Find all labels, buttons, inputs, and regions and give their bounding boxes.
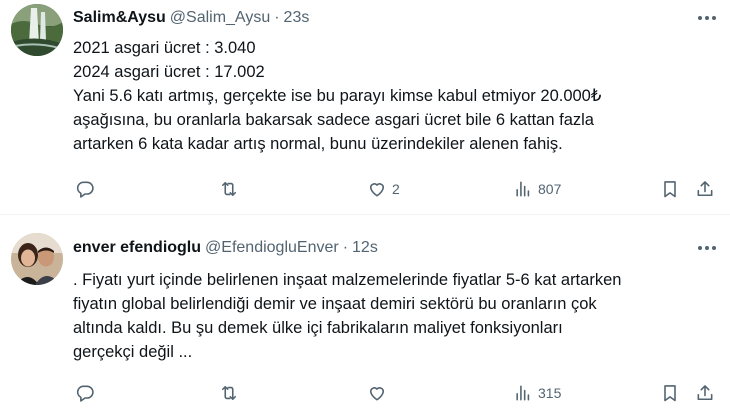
action-bar: 315: [73, 381, 723, 405]
tweet-line: Yani 5.6 katı artmış, gerçekte ise bu pa…: [73, 87, 602, 105]
tweet-line: gerçekçi değil ...: [73, 343, 193, 361]
tweet-text: . Fiyatı yurt içinde belirlenen inşaat m…: [73, 268, 723, 364]
action-bar: 2 807: [73, 177, 723, 201]
views-button[interactable]: 315: [513, 381, 561, 405]
like-button[interactable]: 2: [367, 177, 400, 201]
heart-icon: [369, 387, 385, 401]
reply-button[interactable]: [75, 177, 100, 201]
more-button[interactable]: [694, 8, 720, 28]
views-button[interactable]: 807: [513, 177, 561, 201]
retweet-button[interactable]: [219, 381, 244, 405]
separator-dot: ·: [342, 239, 349, 256]
like-count: 2: [392, 181, 400, 197]
more-icon: [698, 16, 716, 20]
tweet-line: altında kaldı. Bu şu demek ülke içi fabr…: [73, 319, 563, 337]
more-icon: [698, 246, 716, 250]
tweet-line: aşağısına, bu oranlarla bakarsak sadece …: [73, 111, 594, 129]
reply-icon: [76, 385, 94, 402]
heart-icon: [369, 183, 385, 197]
author-handle[interactable]: @Salim_Aysu: [170, 9, 270, 26]
bookmark-button[interactable]: [660, 381, 680, 405]
tweet-line: artarken 6 kata kadar artış normal, bunu…: [73, 135, 563, 153]
view-count: 315: [538, 385, 562, 401]
author-name[interactable]: enver efendioglu: [73, 239, 201, 256]
tweet[interactable]: enver efendioglu @EfendiogluEnver · 12s . F…: [0, 215, 730, 420]
avatar-waterfall-image: [11, 4, 63, 56]
tweet-header: enver efendioglu @EfendiogluEnver · 12s: [73, 238, 378, 258]
more-button[interactable]: [694, 238, 720, 258]
share-button[interactable]: [695, 381, 715, 405]
tweet-line: fiyatın global belirlendiği demir ve inş…: [73, 295, 597, 313]
avatar[interactable]: [11, 233, 63, 285]
tweet-line: . Fiyatı yurt içinde belirlenen inşaat m…: [73, 271, 622, 289]
author-name[interactable]: Salim&Aysu: [73, 9, 166, 26]
timestamp[interactable]: 23s: [284, 9, 310, 26]
reply-icon: [76, 181, 94, 198]
bookmark-icon: [664, 181, 676, 198]
separator-dot: ·: [274, 9, 280, 26]
retweet-icon: [221, 181, 237, 197]
tweet-line: 2021 asgari ücret : 3.040: [73, 39, 256, 57]
bookmark-button[interactable]: [660, 177, 680, 201]
analytics-icon: [516, 385, 530, 401]
tweet-line: 2024 asgari ücret : 17.002: [73, 63, 265, 81]
avatar[interactable]: [11, 4, 63, 56]
like-button[interactable]: [367, 381, 392, 405]
analytics-icon: [516, 181, 530, 197]
reply-button[interactable]: [75, 381, 100, 405]
timestamp[interactable]: 12s: [352, 239, 378, 256]
bookmark-icon: [664, 385, 676, 402]
share-icon: [697, 385, 713, 401]
share-button[interactable]: [695, 177, 715, 201]
retweet-button[interactable]: [219, 177, 244, 201]
share-icon: [697, 181, 713, 197]
avatar-couple-photo: [11, 233, 63, 285]
view-count: 807: [538, 181, 562, 197]
tweet-header: Salim&Aysu @Salim_Aysu · 23s: [73, 8, 309, 28]
tweet-text: 2021 asgari ücret : 3.040 2024 asgari üc…: [73, 36, 723, 156]
retweet-icon: [221, 385, 237, 401]
author-handle[interactable]: @EfendiogluEnver: [205, 239, 339, 256]
tweet[interactable]: Salim&Aysu @Salim_Aysu · 23s 2021 asgari üc…: [0, 0, 730, 215]
